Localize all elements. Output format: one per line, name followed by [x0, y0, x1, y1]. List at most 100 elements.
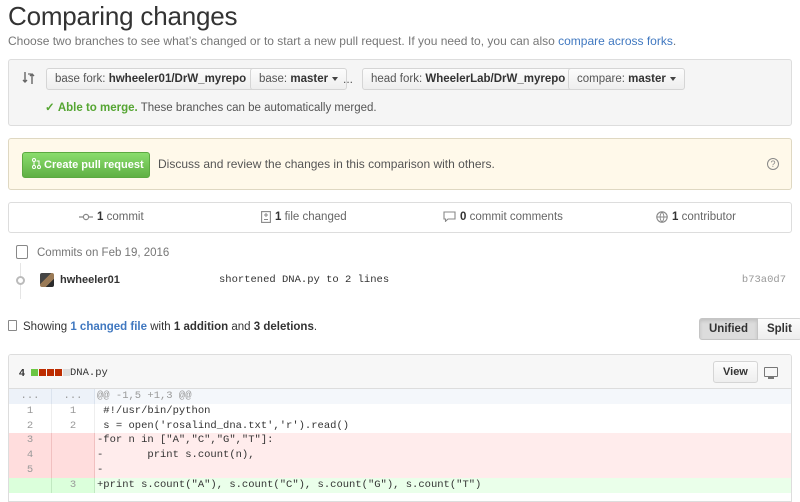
diff-line-del: 4 - print s.count(n), — [9, 448, 791, 463]
merge-status: ✓ Able to merge. These branches can be a… — [45, 100, 377, 114]
page-subtitle: Choose two branches to see what’s change… — [8, 34, 676, 48]
base-fork-value: hwheeler01/DrW_myrepo — [108, 73, 247, 85]
old-line-number[interactable]: 4 — [9, 448, 52, 463]
base-branch-label: base: — [259, 73, 288, 85]
diff-line-code: #!/usr/bin/python — [97, 404, 211, 417]
check-icon: ✓ — [45, 102, 55, 114]
new-line-number[interactable]: 3 — [52, 477, 95, 493]
commit-sha[interactable]: b73a0d7 — [742, 274, 786, 286]
stat-comments-label: commit comments — [469, 211, 563, 223]
commit-icon — [79, 213, 93, 221]
old-line-number[interactable]: 1 — [9, 403, 52, 419]
unified-view-button[interactable]: Unified — [699, 318, 758, 340]
subtitle-text: Choose two branches to see what’s change… — [8, 34, 555, 48]
diffstat-block-del — [39, 369, 46, 376]
commit-message[interactable]: shortened DNA.py to 2 lines — [219, 274, 389, 286]
new-line-number[interactable]: ... — [52, 389, 95, 404]
file-change-count: 4 — [19, 367, 25, 379]
comment-icon — [443, 211, 456, 223]
head-fork-select[interactable]: head fork: WheelerLab/DrW_myrepo — [362, 68, 585, 90]
diff-line-hunk: ...... @@ -1,5 +1,3 @@ — [9, 389, 791, 404]
diff-lines: ...... @@ -1,5 +1,3 @@ 1 1 #!/usr/bin/pytho… — [9, 389, 791, 493]
avatar[interactable] — [40, 273, 54, 287]
diffstat-block-del — [47, 369, 54, 376]
commit-dot-icon — [16, 276, 25, 285]
diff-line-ctx: 11 #!/usr/bin/python — [9, 403, 791, 419]
summary-end: . — [313, 321, 318, 333]
stat-commit-comments[interactable]: 0 commit comments — [443, 203, 563, 232]
compare-across-forks-link[interactable]: compare across forks — [558, 34, 673, 48]
question-icon[interactable]: ? — [767, 158, 779, 170]
stat-contributors-label: contributor — [681, 211, 736, 223]
pull-request-icon — [32, 158, 41, 169]
new-line-number[interactable]: 2 — [52, 418, 95, 434]
commits-date-label: Commits on Feb 19, 2016 — [37, 247, 170, 259]
new-line-number[interactable] — [52, 448, 95, 463]
diffstat-block-neutral — [63, 369, 70, 376]
commit-author[interactable]: hwheeler01 — [60, 274, 120, 286]
summary-showing: Showing — [23, 321, 68, 333]
diff-line-add: 3 +print s.count("A"), s.count("C"), s.co… — [9, 477, 791, 493]
diff-line-del: 3 -for n in ["A","C","G","T"]: — [9, 433, 791, 449]
globe-icon — [656, 211, 668, 223]
file-icon — [8, 320, 17, 331]
stat-commits-label: commit — [106, 211, 144, 223]
diffstat-block-del — [55, 369, 62, 376]
file-diff: 4 DNA.py View ...... @@ -1,5 +1,3 @@ 1 1 #!… — [8, 354, 792, 502]
summary-and: and — [231, 321, 251, 333]
merge-status-label: Able to merge. — [57, 102, 138, 114]
display-rich-diff-icon[interactable] — [764, 367, 778, 379]
stat-comments-count: 0 — [460, 211, 467, 223]
summary-deletions: 3 deletions — [253, 321, 314, 333]
diff-line-code: - print s.count(n), — [97, 449, 255, 462]
old-line-number[interactable]: 3 — [9, 433, 52, 449]
stat-contributors[interactable]: 1 contributor — [656, 203, 736, 232]
chevron-down-icon — [669, 76, 676, 81]
old-line-number[interactable]: 5 — [9, 462, 52, 478]
stat-commits[interactable]: 1 commit — [79, 203, 144, 232]
diff-line-code: s = open('rosalind_dna.txt','r').read() — [97, 419, 350, 432]
old-line-number[interactable]: ... — [9, 389, 52, 404]
compare-branch-select[interactable]: compare: master — [568, 68, 685, 90]
split-view-button[interactable]: Split — [757, 318, 800, 340]
diff-line-ctx: 22 s = open('rosalind_dna.txt','r').read… — [9, 418, 791, 434]
head-fork-label: head fork: — [371, 73, 423, 85]
diff-line-code: -for n in ["A","C","G","T"]: — [97, 434, 274, 447]
stat-files-label: file changed — [284, 211, 347, 223]
file-diff-icon — [261, 211, 271, 223]
base-fork-label: base fork: — [55, 73, 106, 85]
summary-with: with — [150, 321, 171, 333]
changed-files-link[interactable]: 1 changed file — [70, 321, 147, 333]
stat-commits-count: 1 — [97, 211, 104, 223]
stat-files-count: 1 — [275, 211, 282, 223]
new-line-number[interactable] — [52, 433, 95, 449]
subtitle-end: . — [672, 34, 677, 48]
range-dots: ... — [343, 72, 354, 86]
compare-branch-value: master — [628, 73, 666, 85]
diff-line-code: +print s.count("A"), s.count("C"), s.cou… — [97, 478, 482, 491]
new-line-number[interactable]: 1 — [52, 403, 95, 419]
diff-line-del: 5- — [9, 462, 791, 478]
stat-contributors-count: 1 — [672, 211, 679, 223]
create-pull-request-button[interactable]: Create pull request — [22, 152, 150, 178]
base-fork-select[interactable]: base fork: hwheeler01/DrW_myrepo — [46, 68, 266, 90]
base-branch-value: master — [290, 73, 329, 85]
new-line-number[interactable] — [52, 462, 95, 478]
old-line-number[interactable]: 2 — [9, 418, 52, 434]
create-pr-description: Discuss and review the changes in this c… — [158, 157, 495, 171]
file-name[interactable]: DNA.py — [70, 367, 108, 379]
merge-status-text: These branches can be automatically merg… — [140, 102, 377, 114]
page-title: Comparing changes — [8, 1, 238, 31]
create-pr-box: Create pull request Discuss and review t… — [8, 138, 792, 190]
stat-files-changed[interactable]: 1 file changed — [261, 203, 347, 232]
old-line-number[interactable] — [9, 477, 52, 493]
diff-line-code: - — [97, 463, 104, 476]
diff-summary: Showing 1 changed file with 1 addition a… — [8, 320, 317, 333]
diff-view-toggle: Unified Split — [699, 318, 800, 340]
diff-line-code: @@ -1,5 +1,3 @@ — [97, 390, 192, 402]
base-branch-select[interactable]: base: master — [250, 68, 348, 90]
view-file-button[interactable]: View — [713, 361, 758, 383]
head-fork-value: WheelerLab/DrW_myrepo — [425, 73, 566, 85]
create-pull-request-label: Create pull request — [44, 159, 144, 171]
diffstat-block-add — [31, 369, 38, 376]
